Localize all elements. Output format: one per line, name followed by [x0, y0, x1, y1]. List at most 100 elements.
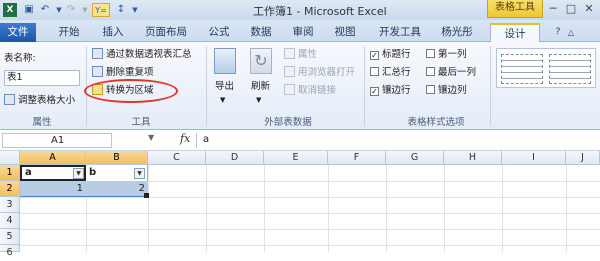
summarize-pivot-button[interactable]: 通过数据透视表汇总	[92, 48, 192, 61]
column-header[interactable]: J	[566, 151, 600, 165]
refresh-dropdown-icon[interactable]: ▼	[256, 94, 261, 107]
gridline	[86, 197, 87, 252]
refresh-icon: ↻	[250, 48, 272, 74]
banded-rows-checkbox[interactable]: ✓ 镶边行	[370, 84, 411, 97]
gridline	[20, 197, 600, 198]
row-header[interactable]: 1	[0, 165, 20, 181]
tab-design[interactable]: 设计	[490, 23, 540, 42]
header-row-label: 标题行	[382, 49, 411, 60]
checkbox-unchecked-icon	[426, 67, 435, 76]
table-name-input[interactable]: 表1	[4, 70, 80, 86]
tab-data[interactable]: 数据	[244, 23, 278, 42]
tab-view[interactable]: 视图	[328, 23, 362, 42]
group-label-tools: 工具	[131, 117, 151, 128]
window-title: 工作簿1 - Microsoft Excel	[253, 5, 387, 18]
minimize-icon[interactable]: ─	[545, 2, 561, 16]
table-styles-gallery[interactable]	[496, 48, 596, 88]
column-header[interactable]: B	[86, 151, 148, 165]
resize-table-button[interactable]: 调整表格大小	[4, 94, 75, 107]
table-data-cell[interactable]: 1	[20, 181, 86, 197]
export-dropdown-icon[interactable]: ▼	[220, 94, 225, 107]
name-box-dropdown-icon[interactable]: ▼	[148, 133, 154, 142]
column-header[interactable]: D	[206, 151, 264, 165]
summarize-pivot-label: 通过数据透视表汇总	[106, 49, 192, 60]
table-style-swatch[interactable]	[549, 54, 591, 84]
tab-insert[interactable]: 插入	[96, 23, 130, 42]
row-header[interactable]: 3	[0, 197, 20, 213]
row-header[interactable]: 2	[0, 181, 20, 197]
column-header[interactable]: C	[148, 151, 206, 165]
close-icon[interactable]: ✕	[581, 2, 597, 16]
column-header[interactable]: E	[264, 151, 328, 165]
group-label-style-options: 表格样式选项	[407, 117, 465, 128]
gridline	[264, 165, 265, 252]
first-column-checkbox[interactable]: 第一列	[426, 48, 467, 61]
gridline	[20, 245, 600, 246]
table-resize-handle[interactable]	[144, 193, 149, 198]
name-box[interactable]: A1	[2, 133, 112, 148]
help-icon[interactable]: ?	[552, 23, 564, 42]
open-in-browser-button[interactable]: 用浏览器打开	[284, 66, 355, 79]
table-name-label: 表名称:	[4, 53, 36, 64]
formula-input[interactable]: a	[196, 133, 596, 148]
tab-home[interactable]: 开始	[52, 23, 86, 42]
table-border	[20, 196, 148, 197]
column-header[interactable]: I	[502, 151, 566, 165]
checkbox-unchecked-icon	[370, 67, 379, 76]
column-header[interactable]: G	[386, 151, 444, 165]
export-button[interactable]: 导出	[215, 80, 234, 93]
sort-icon[interactable]: ↕	[114, 3, 128, 17]
header-row-checkbox[interactable]: ✓ 标题行	[370, 48, 411, 61]
insert-function-icon[interactable]: fx	[180, 132, 190, 145]
gridline	[386, 165, 387, 252]
unlink-icon	[284, 84, 295, 95]
highlight-ellipse	[84, 79, 178, 103]
filter-icon[interactable]: Y=	[92, 3, 110, 17]
title-bar: X ▣ ↶ ▼ ↷ ▼ Y= ↕ ▼ 工作簿1 - Microsoft Exce…	[0, 0, 600, 20]
select-all-corner[interactable]	[0, 151, 20, 165]
total-row-checkbox[interactable]: 汇总行	[370, 66, 411, 79]
external-properties-button[interactable]: 属性	[284, 48, 317, 61]
tab-file[interactable]: 文件	[0, 23, 36, 42]
row-header[interactable]: 5	[0, 229, 20, 245]
redo-dropdown-icon[interactable]: ▼	[78, 3, 92, 17]
banded-columns-label: 镶边列	[438, 85, 467, 96]
column-header[interactable]: F	[328, 151, 386, 165]
row-header[interactable]: 4	[0, 213, 20, 229]
column-header[interactable]: H	[444, 151, 502, 165]
maximize-icon[interactable]: □	[563, 2, 579, 16]
row-header[interactable]: 6	[0, 245, 20, 258]
ribbon-minimize-icon[interactable]: △	[566, 23, 576, 42]
banded-columns-checkbox[interactable]: 镶边列	[426, 84, 467, 97]
undo-icon[interactable]: ↶	[38, 3, 52, 17]
worksheet-grid: A B C D E F G H I J 1 2 3 4 5 6 a ▼ b ▼ …	[0, 151, 600, 258]
tab-page-layout[interactable]: 页面布局	[138, 23, 194, 42]
unlink-button[interactable]: 取消链接	[284, 84, 336, 97]
table-data-cell[interactable]: 2	[86, 181, 148, 197]
table-tools-context-label: 表格工具	[487, 0, 543, 18]
group-separator	[364, 46, 365, 126]
customize-qat-icon[interactable]: ▼	[128, 3, 142, 17]
refresh-button[interactable]: 刷新	[251, 80, 270, 93]
gridline	[502, 165, 503, 252]
save-icon[interactable]: ▣	[22, 3, 36, 17]
group-separator	[490, 46, 491, 126]
tab-developer[interactable]: 开发工具	[372, 23, 428, 42]
filter-dropdown-icon[interactable]: ▼	[134, 168, 145, 179]
tab-custom-user[interactable]: 杨光彤	[432, 23, 482, 42]
table-style-swatch[interactable]	[501, 54, 543, 84]
remove-duplicates-button[interactable]: 删除重复项	[92, 66, 154, 79]
total-row-label: 汇总行	[382, 67, 411, 78]
tab-review[interactable]: 审阅	[286, 23, 320, 42]
gridline	[20, 229, 600, 230]
gridline	[206, 165, 207, 252]
filter-dropdown-icon[interactable]: ▼	[73, 168, 84, 179]
properties-icon	[284, 48, 295, 59]
column-header[interactable]: A	[20, 151, 86, 165]
last-column-checkbox[interactable]: 最后一列	[426, 66, 476, 79]
excel-logo-icon: X	[3, 3, 17, 17]
checkbox-unchecked-icon	[426, 49, 435, 58]
redo-icon[interactable]: ↷	[64, 3, 78, 17]
gridline	[444, 165, 445, 252]
tab-formulas[interactable]: 公式	[202, 23, 236, 42]
